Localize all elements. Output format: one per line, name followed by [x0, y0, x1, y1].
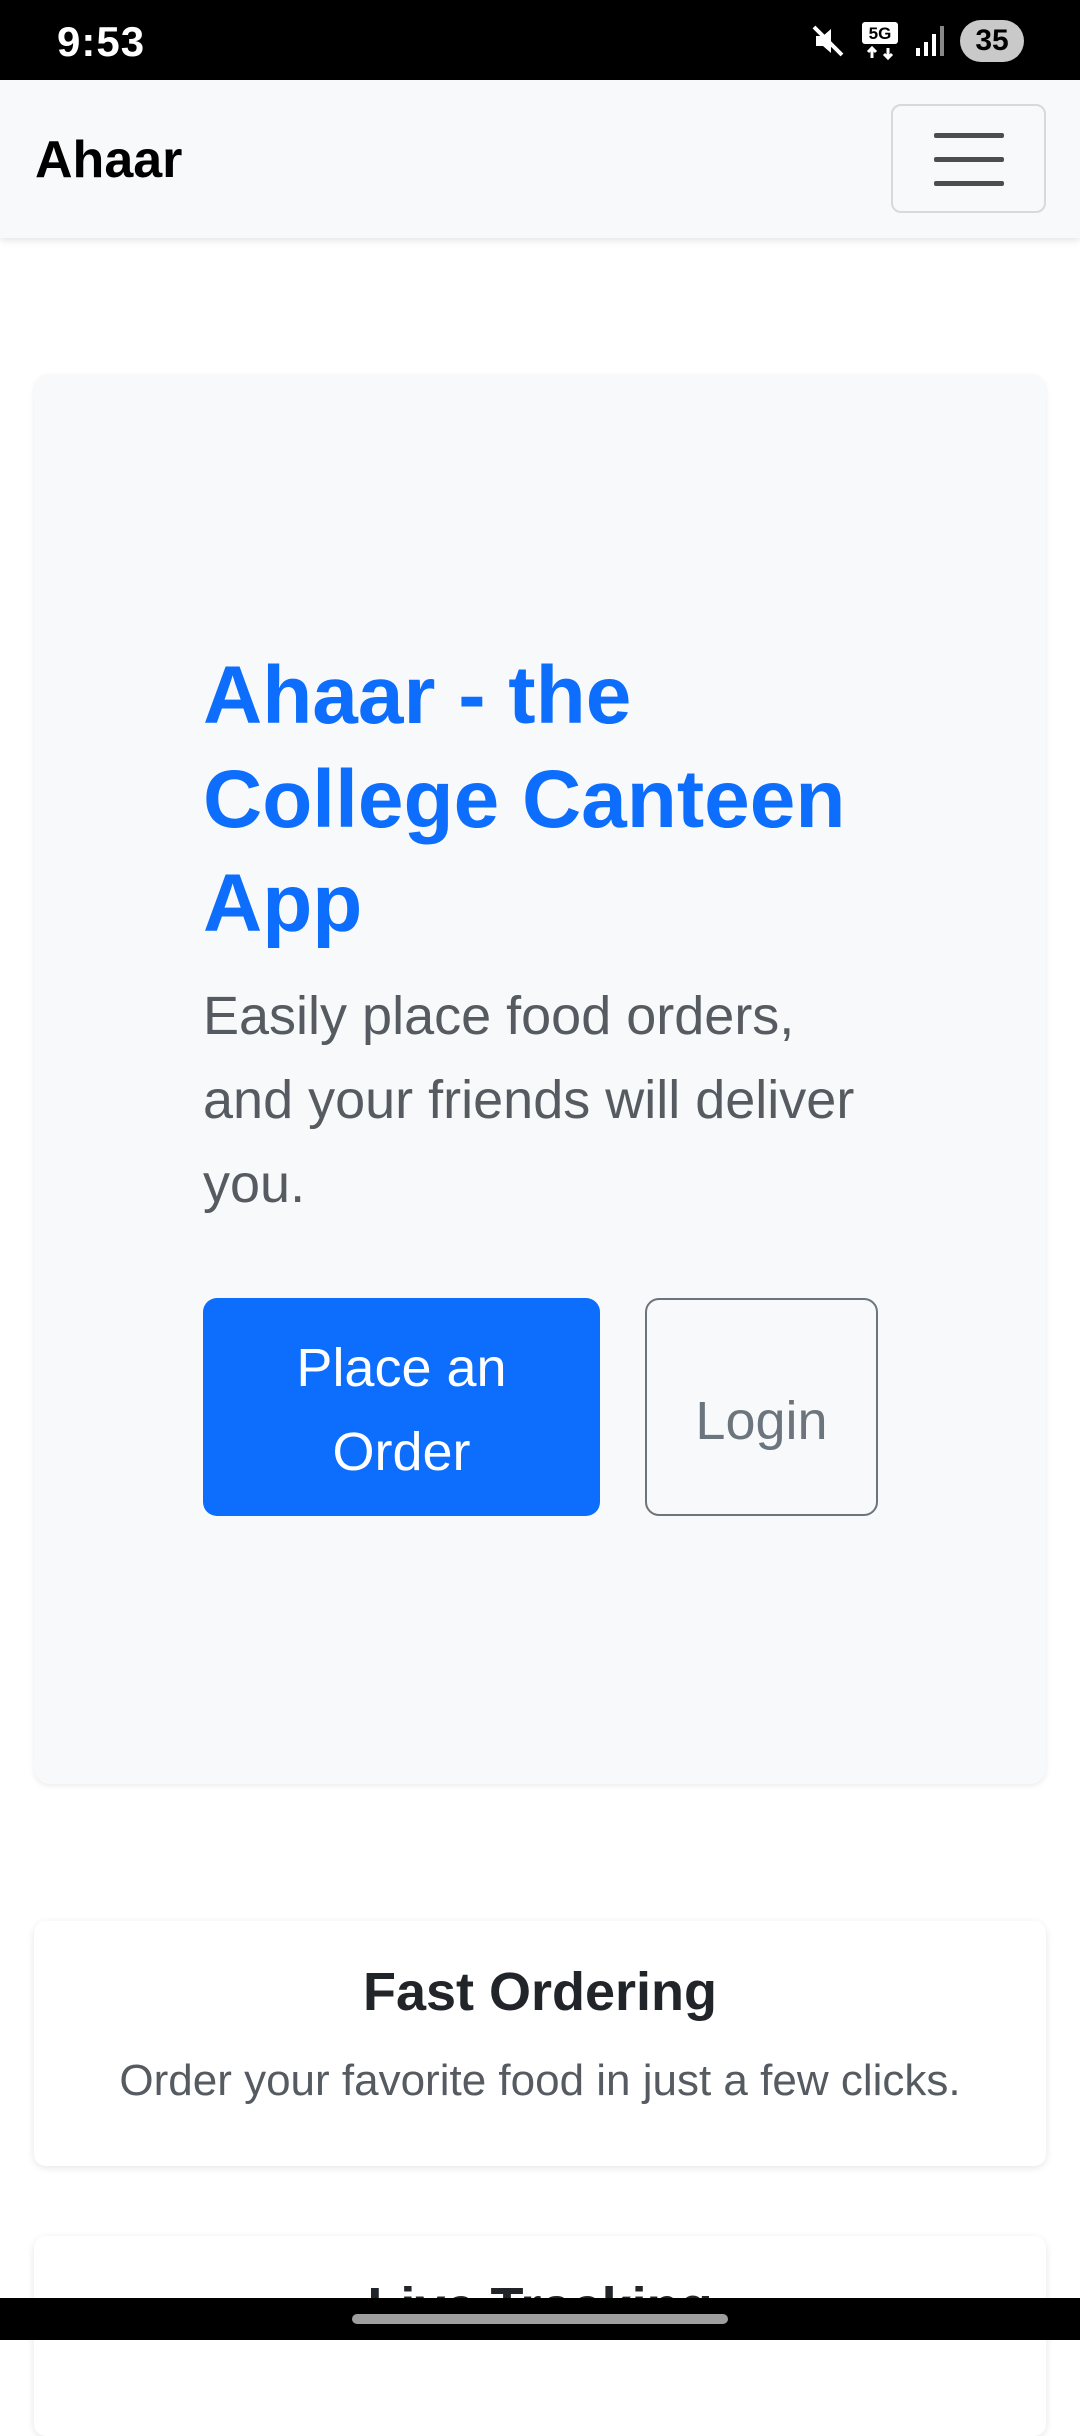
- home-indicator[interactable]: [352, 2314, 728, 2324]
- hamburger-menu-icon: [934, 181, 1004, 186]
- hamburger-menu-button[interactable]: [891, 104, 1046, 213]
- feature-card-fast-ordering: Fast Ordering Order your favorite food i…: [34, 1921, 1046, 2166]
- status-bar: 9:53 5G 35: [0, 0, 1080, 80]
- navbar: Ahaar: [0, 80, 1080, 238]
- navbar-brand[interactable]: Ahaar: [35, 130, 182, 190]
- hamburger-menu-icon: [934, 157, 1004, 162]
- hamburger-menu-icon: [934, 133, 1004, 138]
- place-order-button[interactable]: Place an Order: [203, 1298, 600, 1516]
- feature-text: Order your favorite food in just a few c…: [119, 2056, 961, 2105]
- feature-title: Fast Ordering: [362, 1962, 718, 2022]
- hero-lead: Easily place food orders, and your frien…: [203, 986, 855, 1214]
- login-button[interactable]: Login: [645, 1298, 878, 1516]
- status-icons: 5G 35: [810, 18, 1024, 64]
- system-navigation-bar: [0, 2298, 1080, 2340]
- signal-icon: [916, 26, 944, 56]
- hero-title: Ahaar - the College Canteen App: [203, 650, 846, 949]
- network-label: 5G: [869, 24, 892, 43]
- mute-icon: [812, 25, 844, 57]
- hero-section: Ahaar - the College Canteen App Easily p…: [34, 374, 1046, 1784]
- status-time: 9:53: [57, 18, 146, 65]
- network-5g-icon: 5G: [862, 22, 898, 61]
- battery-icon: 35: [960, 20, 1024, 62]
